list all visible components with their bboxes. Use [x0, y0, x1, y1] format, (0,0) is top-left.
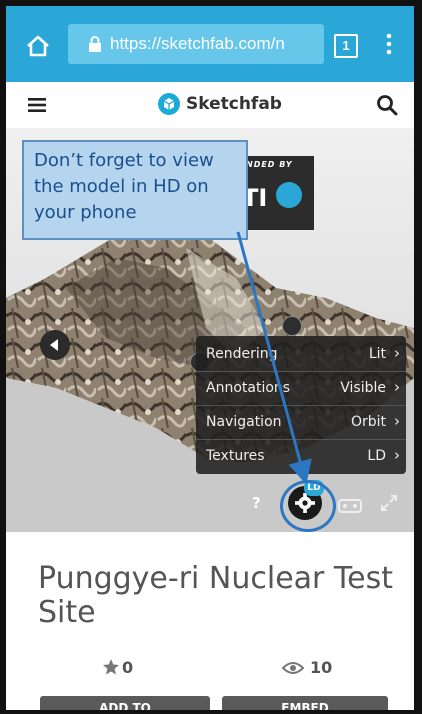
chevron-right-icon: ›	[394, 344, 400, 362]
sponsor-badge-top: NDED BY	[246, 160, 293, 169]
menu-row-label: Navigation	[206, 414, 282, 430]
menu-row-navigation[interactable]: Navigation Orbit ›	[196, 406, 406, 439]
address-bar[interactable]: https://sketchfab.com/n	[68, 24, 324, 64]
tab-switcher-button[interactable]: 1	[334, 34, 358, 58]
embed-button[interactable]: EMBED	[222, 696, 388, 710]
model-title: Punggye-ri Nuclear Test Site	[38, 561, 393, 630]
views-count: 10	[310, 658, 333, 677]
menu-row-value: Lit	[368, 346, 386, 362]
menu-row-value: Orbit	[350, 414, 386, 430]
menu-row-textures[interactable]: Textures LD ›	[196, 440, 406, 473]
likes-count: 0	[122, 658, 134, 677]
menu-row-label: Annotations	[206, 380, 291, 396]
menu-row-value: Visible	[340, 380, 386, 396]
search-icon[interactable]	[376, 94, 398, 116]
url-text: https://sketchfab.com/n	[110, 34, 285, 53]
site-header: Sketchfab	[6, 82, 414, 129]
add-to-button[interactable]: ADD TO	[40, 696, 210, 710]
chevron-left-icon[interactable]	[40, 330, 70, 360]
phone-screen: https://sketchfab.com/n 1 Sketchfab NDED…	[6, 6, 414, 710]
settings-menu: Rendering Lit › Annotations Visible › Na…	[196, 336, 406, 474]
callout-text: Don’t forget to view the model in HD on …	[34, 150, 214, 223]
more-vert-icon[interactable]	[384, 32, 394, 56]
hamburger-icon[interactable]	[28, 97, 46, 112]
menu-row-rendering[interactable]: Rendering Lit ›	[196, 338, 406, 371]
menu-row-label: Rendering	[206, 346, 278, 362]
highlight-ring	[280, 480, 336, 532]
brand-name: Sketchfab	[186, 94, 282, 114]
tip-callout: Don’t forget to view the model in HD on …	[22, 140, 248, 240]
eye-icon	[281, 660, 305, 674]
sponsor-badge: NDED BY TI	[238, 156, 314, 230]
vr-headset-icon[interactable]	[338, 498, 362, 513]
help-button[interactable]: ?	[252, 494, 261, 512]
chevron-right-icon: ›	[394, 378, 400, 396]
fullscreen-icon[interactable]	[380, 494, 398, 512]
menu-row-annotations[interactable]: Annotations Visible ›	[196, 372, 406, 405]
annotation-marker[interactable]	[282, 316, 302, 336]
home-icon[interactable]	[22, 30, 54, 62]
sketchfab-logo-icon	[158, 93, 180, 115]
browser-toolbar: https://sketchfab.com/n 1	[6, 6, 414, 82]
star-icon	[102, 658, 120, 676]
menu-row-label: Textures	[206, 448, 265, 464]
lock-icon	[88, 36, 102, 52]
globe-icon	[276, 182, 302, 208]
menu-row-value: LD	[367, 448, 386, 464]
chevron-right-icon: ›	[394, 446, 400, 464]
chevron-right-icon: ›	[394, 412, 400, 430]
